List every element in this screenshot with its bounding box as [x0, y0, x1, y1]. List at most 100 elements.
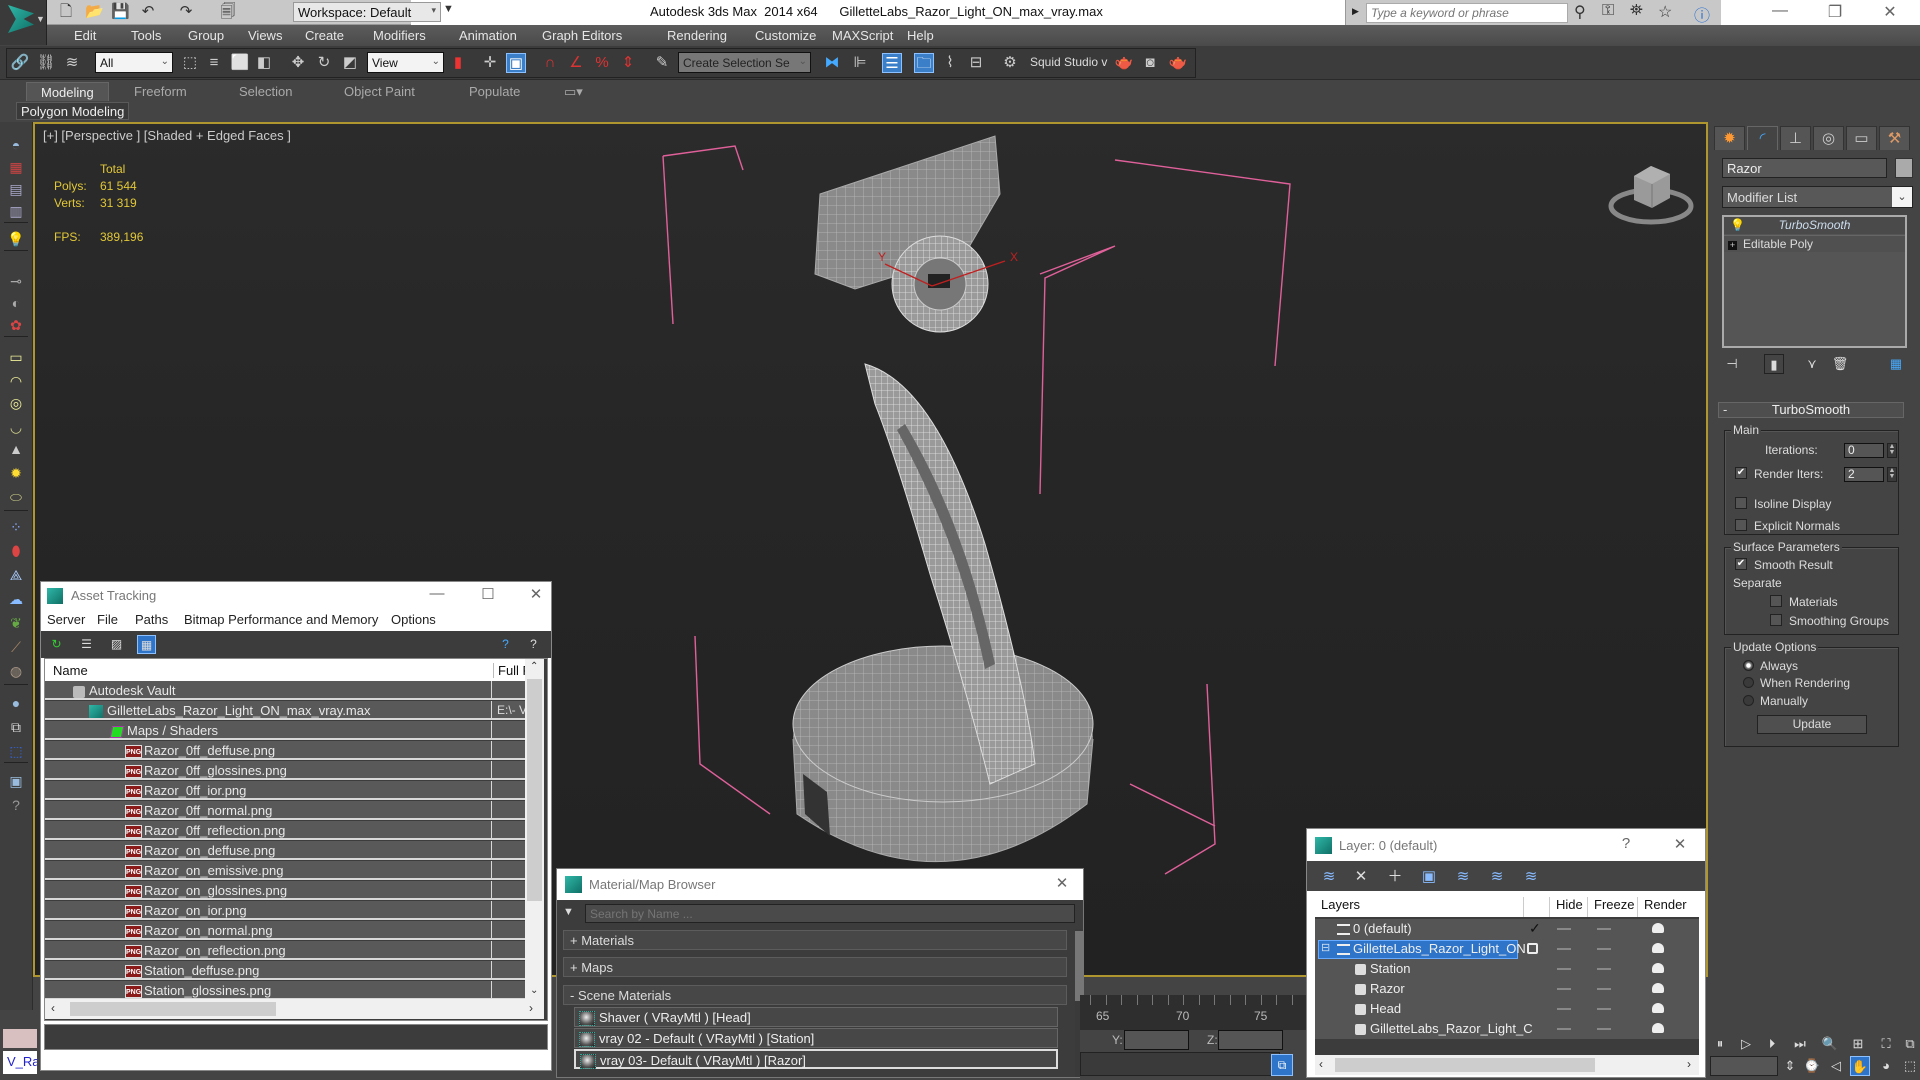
scroll-right-icon[interactable]: ›: [529, 1001, 533, 1015]
asset-row[interactable]: PNG Razor_on_reflection.png: [45, 941, 525, 960]
menu-graph-editors[interactable]: Graph Editors: [542, 28, 622, 43]
select-object-icon[interactable]: ⬚: [180, 53, 200, 73]
application-button[interactable]: ▼: [0, 0, 47, 45]
light-icon[interactable]: 💡: [6, 230, 26, 248]
disc-light-icon[interactable]: ◎: [6, 394, 26, 412]
ribbon-tab-populate[interactable]: Populate: [455, 82, 534, 101]
horizontal-scrollbar[interactable]: ‹ ›: [45, 999, 544, 1019]
column-header-layers[interactable]: Layers: [1321, 897, 1360, 912]
always-radio[interactable]: [1743, 660, 1754, 671]
layer-window-titlebar[interactable]: Layer: 0 (default) ? ✕: [1307, 829, 1705, 861]
layer-row[interactable]: GilletteLabs_Razor_Light_C: [1315, 1019, 1699, 1039]
ies-light-icon[interactable]: ◡: [6, 418, 26, 436]
render-teapot-icon[interactable]: [1652, 1023, 1664, 1033]
render-teapot-icon[interactable]: [1652, 983, 1664, 993]
maximize-viewport-icon[interactable]: ⬚: [1900, 1056, 1920, 1076]
material-item-selected[interactable]: vray 03- Default ( VRayMtl ) [Razor]: [574, 1049, 1058, 1070]
spot-light-icon[interactable]: ▲: [6, 440, 26, 458]
z-coord-field[interactable]: [1218, 1030, 1283, 1050]
asset-row[interactable]: PNG Razor_on_deffuse.png: [45, 841, 525, 860]
hide-all-layers-icon[interactable]: ≋: [1487, 867, 1507, 887]
key-icon[interactable]: ⚿: [1602, 2, 1614, 20]
asset-row[interactable]: PNG Razor_0ff_normal.png: [45, 801, 525, 820]
maxscript-output[interactable]: [3, 1029, 37, 1048]
asset-row[interactable]: GilletteLabs_Razor_Light_ON_max_vray.max…: [45, 701, 525, 720]
create-tab-icon[interactable]: ✹: [1714, 126, 1745, 150]
when-rendering-radio[interactable]: [1743, 677, 1754, 688]
unlink-icon[interactable]: ⛓: [36, 53, 56, 73]
set-current-checkbox[interactable]: [1527, 943, 1538, 954]
play-icon[interactable]: ▷: [1736, 1034, 1756, 1054]
ribbon-tab-object-paint[interactable]: Object Paint: [330, 82, 429, 101]
scroll-up-icon[interactable]: ⌃: [530, 661, 538, 672]
hide-toggle[interactable]: [1557, 1028, 1571, 1030]
maximize-button[interactable]: ☐: [473, 585, 503, 603]
scroll-right-icon[interactable]: ›: [1687, 1057, 1691, 1071]
sphere-light-icon[interactable]: ⬭: [6, 488, 26, 506]
render-teapot-icon[interactable]: [1652, 963, 1664, 973]
pin-stack-icon[interactable]: ⊣: [1722, 354, 1742, 374]
bind-space-warp-icon[interactable]: ≋: [62, 53, 82, 73]
frame-field[interactable]: [1710, 1056, 1778, 1076]
modifier-list-dropdown[interactable]: Modifier List ⌄: [1722, 186, 1913, 208]
expand-plus-icon[interactable]: +: [1728, 241, 1737, 250]
helper-icon[interactable]: ✿: [6, 316, 26, 334]
y-coord-field[interactable]: [1124, 1030, 1189, 1050]
mirror-icon[interactable]: ⧓: [822, 53, 842, 73]
scatter-icon[interactable]: ◍: [6, 662, 26, 680]
percent-snap-icon[interactable]: %: [592, 53, 612, 73]
star-icon[interactable]: ☆: [1658, 2, 1672, 22]
scroll-thumb[interactable]: [70, 1002, 276, 1016]
squid-studio-label[interactable]: Squid Studio v: [1030, 55, 1107, 69]
expand-arrow-icon[interactable]: ▶: [1352, 6, 1359, 17]
asset-row[interactable]: Autodesk Vault: [45, 681, 525, 700]
displacement-icon[interactable]: ☁: [6, 590, 26, 608]
help-icon[interactable]: ?: [524, 635, 543, 654]
iterations-spinner-arrows[interactable]: ▲ ▼: [1887, 443, 1897, 458]
scroll-thumb[interactable]: [1075, 931, 1083, 1001]
material-editor-icon[interactable]: ⚙: [1000, 53, 1020, 73]
hierarchy-tab-icon[interactable]: ⊥: [1780, 126, 1811, 150]
selection-filter-dropdown[interactable]: All ⌄: [95, 52, 173, 73]
select-objects-in-layer-icon[interactable]: ▣: [1419, 867, 1439, 887]
thumbnail-view-icon[interactable]: ▨: [107, 635, 126, 654]
menu-rendering[interactable]: Rendering: [667, 28, 727, 43]
ribbon-options-icon[interactable]: ▭▾: [550, 82, 597, 101]
orbit-icon[interactable]: ◕: [1876, 1056, 1896, 1076]
menu-views[interactable]: Views: [248, 28, 282, 43]
snaps-toggle-icon[interactable]: ∩: [540, 53, 560, 73]
undo-icon[interactable]: ↶: [139, 3, 157, 21]
close-button[interactable]: ✕: [1047, 874, 1077, 892]
maxscript-input[interactable]: V_Ra: [3, 1051, 37, 1074]
at-menu-server[interactable]: Server: [47, 612, 85, 627]
freeze-toggle[interactable]: [1597, 928, 1611, 930]
column-header-full-path[interactable]: Full P: [493, 663, 525, 678]
isoline-display-checkbox[interactable]: [1735, 497, 1747, 509]
pivot-center-icon[interactable]: ▮: [448, 53, 468, 73]
region-render-icon[interactable]: ⬚: [6, 742, 26, 760]
workspace-dropdown[interactable]: Workspace: Default ▾: [293, 2, 441, 22]
select-move-icon[interactable]: ✥: [288, 53, 308, 73]
scroll-left-icon[interactable]: ‹: [1319, 1057, 1323, 1071]
scroll-thumb[interactable]: [527, 679, 542, 901]
column-header-freeze[interactable]: Freeze: [1587, 897, 1634, 917]
menu-create[interactable]: Create: [305, 28, 344, 43]
open-icon[interactable]: 📂: [85, 3, 104, 21]
select-by-name-icon[interactable]: ≡: [204, 53, 224, 73]
show-end-result-icon[interactable]: ▮: [1764, 354, 1784, 374]
section-materials[interactable]: + Materials: [563, 930, 1067, 950]
add-to-layer-icon[interactable]: ＋: [1385, 867, 1405, 887]
asset-row[interactable]: PNG Razor_on_emissive.png: [45, 861, 525, 880]
asset-row[interactable]: PNG Razor_on_glossines.png: [45, 881, 525, 900]
iterations-spinner[interactable]: 0: [1844, 443, 1884, 458]
angle-snap-icon[interactable]: ∠: [566, 53, 586, 73]
schematic-view-icon[interactable]: ⊟: [966, 53, 986, 73]
modify-tab-icon[interactable]: ◜: [1747, 126, 1778, 150]
hide-toggle[interactable]: [1557, 1008, 1571, 1010]
layer-row[interactable]: ⊟ GilletteLabs_Razor_Light_ON: [1315, 939, 1699, 959]
layer-row[interactable]: Head: [1315, 999, 1699, 1019]
polygon-modeling-panel[interactable]: Polygon Modeling: [16, 102, 130, 120]
at-menu-paths[interactable]: Paths: [135, 612, 168, 627]
material-browser-titlebar[interactable]: Material/Map Browser ✕: [557, 869, 1083, 900]
rollout-header[interactable]: - TurboSmooth: [1718, 402, 1904, 418]
